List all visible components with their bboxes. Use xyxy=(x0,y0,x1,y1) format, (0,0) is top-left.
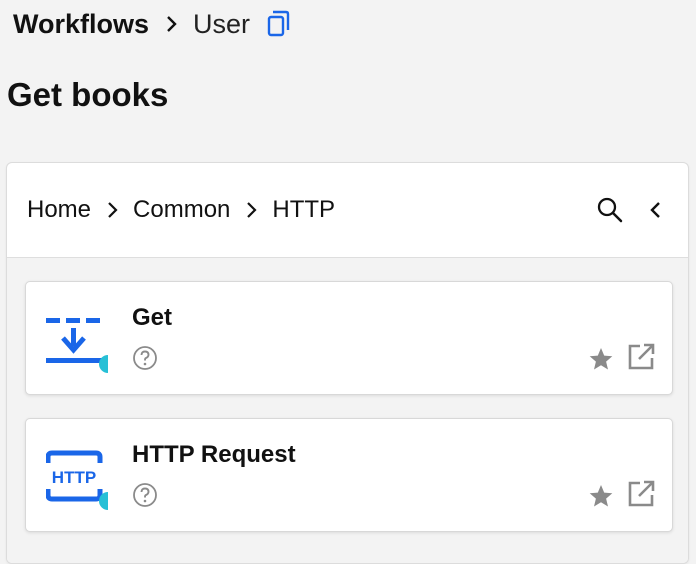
open-external-icon[interactable] xyxy=(626,479,656,509)
node-name: HTTP Request xyxy=(132,441,296,468)
node-card-http-request[interactable]: HTTP HTTP Request xyxy=(25,418,673,532)
status-dot xyxy=(99,355,117,373)
breadcrumb-current-user: User xyxy=(193,8,251,39)
help-icon[interactable] xyxy=(132,482,158,508)
search-icon[interactable] xyxy=(596,196,624,224)
star-icon[interactable] xyxy=(588,346,614,372)
workflow-breadcrumb: Workflows User xyxy=(13,6,292,42)
category-breadcrumb: Home Common HTTP xyxy=(27,196,335,224)
panel-header: Home Common HTTP xyxy=(7,163,688,258)
node-browser-panel: Home Common HTTP Get HTTP HTTP Request xyxy=(6,162,689,564)
chevron-left-icon[interactable] xyxy=(642,196,670,224)
help-icon[interactable] xyxy=(132,345,158,371)
chevron-right-icon xyxy=(161,13,183,35)
node-name: Get xyxy=(132,304,173,331)
page-title: Get books xyxy=(7,76,169,113)
breadcrumb-workflows-link[interactable]: Workflows xyxy=(13,9,149,40)
chevron-right-icon xyxy=(242,200,262,220)
star-icon[interactable] xyxy=(588,483,614,509)
panel-actions xyxy=(596,196,670,224)
download-icon xyxy=(46,308,117,378)
crumb-http: HTTP xyxy=(272,196,336,223)
node-card-get[interactable]: Get xyxy=(25,281,673,395)
crumb-home[interactable]: Home xyxy=(27,196,91,224)
node-list: Get HTTP HTTP Request xyxy=(7,258,688,563)
open-external-icon[interactable] xyxy=(626,342,656,372)
copy-icon[interactable] xyxy=(266,10,292,38)
http-icon-label: HTTP xyxy=(52,468,96,487)
http-icon: HTTP xyxy=(45,445,117,515)
chevron-right-icon xyxy=(103,200,123,220)
crumb-common[interactable]: Common xyxy=(133,196,230,224)
